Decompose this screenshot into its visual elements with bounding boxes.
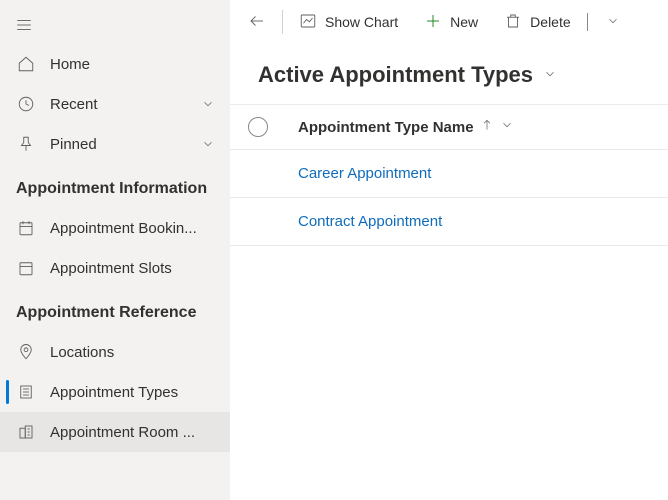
split-separator: [587, 13, 588, 31]
nav-label: Home: [50, 56, 216, 73]
nav-locations[interactable]: Locations: [0, 332, 230, 372]
pin-icon: [16, 135, 36, 153]
command-label: Delete: [530, 14, 570, 30]
nav-label: Pinned: [50, 136, 186, 153]
grid-header: Appointment Type Name: [230, 104, 668, 150]
command-label: New: [450, 14, 478, 30]
back-button[interactable]: [236, 2, 278, 42]
nav-appointment-slots[interactable]: Appointment Slots: [0, 248, 230, 288]
table-row[interactable]: Career Appointment: [230, 150, 668, 198]
delete-split-chevron[interactable]: [600, 2, 626, 42]
chevron-down-icon: [606, 14, 620, 31]
chart-icon: [299, 12, 317, 33]
plus-icon: [424, 12, 442, 33]
back-arrow-icon: [248, 12, 266, 33]
grid: Appointment Type Name Career Appointment…: [230, 104, 668, 246]
nav-label: Recent: [50, 96, 186, 113]
nav-label: Locations: [50, 344, 216, 361]
clock-icon: [16, 95, 36, 113]
hamburger-icon: [14, 16, 34, 34]
main-area: Show Chart New Delete: [230, 0, 668, 500]
new-button[interactable]: New: [412, 2, 490, 42]
nav-label: Appointment Types: [50, 384, 216, 401]
section-header-appointment-info: Appointment Information: [0, 164, 230, 208]
nav-label: Appointment Room ...: [50, 424, 216, 441]
nav-recent[interactable]: Recent: [0, 84, 230, 124]
record-link[interactable]: Career Appointment: [298, 165, 431, 182]
nav-home[interactable]: Home: [0, 44, 230, 84]
calendar-icon: [16, 219, 36, 237]
view-title: Active Appointment Types: [258, 62, 533, 88]
chevron-down-icon: [543, 67, 557, 84]
trash-icon: [504, 12, 522, 33]
view-title-row[interactable]: Active Appointment Types: [230, 44, 668, 104]
location-icon: [16, 343, 36, 361]
select-all-checkbox[interactable]: [248, 117, 268, 137]
record-link[interactable]: Contract Appointment: [298, 213, 442, 230]
nav-label: Appointment Slots: [50, 260, 216, 277]
sort-asc-icon: [480, 118, 494, 136]
delete-button[interactable]: Delete: [492, 2, 597, 42]
column-header-name[interactable]: Appointment Type Name: [298, 118, 514, 136]
list-icon: [16, 383, 36, 401]
app-root: Home Recent Pinned Appointment Informati…: [0, 0, 668, 500]
nav-label: Appointment Bookin...: [50, 220, 216, 237]
sidebar: Home Recent Pinned Appointment Informati…: [0, 0, 230, 500]
chevron-down-icon: [500, 118, 514, 136]
column-header-label: Appointment Type Name: [298, 119, 474, 136]
command-separator: [282, 10, 283, 34]
home-icon: [16, 55, 36, 73]
section-header-appointment-ref: Appointment Reference: [0, 288, 230, 332]
nav-appointment-rooms[interactable]: Appointment Room ...: [0, 412, 230, 452]
show-chart-button[interactable]: Show Chart: [287, 2, 410, 42]
command-bar: Show Chart New Delete: [230, 0, 668, 44]
command-label: Show Chart: [325, 14, 398, 30]
hamburger-button[interactable]: [0, 6, 230, 44]
slots-icon: [16, 259, 36, 277]
nav-appointment-bookings[interactable]: Appointment Bookin...: [0, 208, 230, 248]
table-row[interactable]: Contract Appointment: [230, 198, 668, 246]
nav-pinned[interactable]: Pinned: [0, 124, 230, 164]
chevron-down-icon: [200, 137, 216, 151]
building-icon: [16, 423, 36, 441]
nav-appointment-types[interactable]: Appointment Types: [0, 372, 230, 412]
chevron-down-icon: [200, 97, 216, 111]
